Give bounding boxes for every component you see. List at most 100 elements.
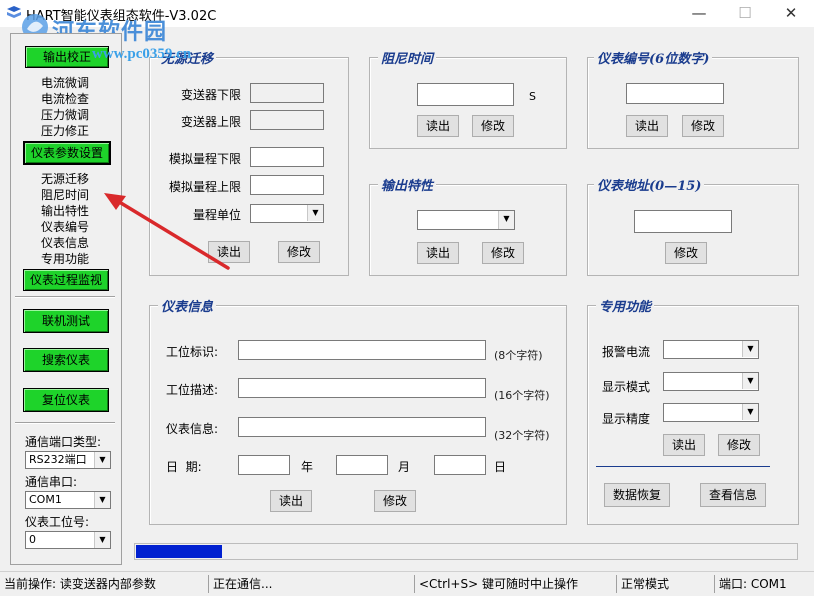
day-input[interactable] [434,455,486,475]
sidebar-item-output-characteristic[interactable]: 输出特性 [41,202,89,219]
chevron-down-icon: ▼ [742,341,758,357]
process-monitor-button[interactable]: 仪表过程监视 [23,269,109,291]
sidebar-item-current-trim[interactable]: 电流微调 [41,74,89,91]
device-param-settings-button[interactable]: 仪表参数设置 [23,141,111,165]
device-slot-select[interactable]: 0 ▼ [25,531,111,549]
device-number-group: 仪表编号(6位数字) 读出 修改 [587,48,799,149]
analog-lower-input[interactable] [250,147,324,167]
progress-bar [134,543,798,560]
tag-hint: (8个字符) [494,349,543,362]
damping-modify-button[interactable]: 修改 [472,115,514,137]
special-function-group: 专用功能 报警电流 ▼ 显示模式 ▼ 显示精度 ▼ 读出 修改 数据恢复 查看信… [587,296,799,525]
serial-port-select[interactable]: COM1 ▼ [25,491,111,509]
sidebar-item-device-number[interactable]: 仪表编号 [41,218,89,235]
passive-read-button[interactable]: 读出 [208,241,250,263]
status-port: 端口: COM1 [714,575,787,593]
special-divider [596,466,770,467]
sidebar: 输出校正 电流微调 电流检查 压力微调 压力修正 仪表参数设置 无源迁移 阻尼时… [10,33,122,565]
device-number-modify-button[interactable]: 修改 [682,115,724,137]
chevron-down-icon: ▼ [94,452,110,468]
analog-upper-input[interactable] [250,175,324,195]
tag-label: 工位标识: [166,345,219,359]
sidebar-item-special-function[interactable]: 专用功能 [41,250,89,267]
display-precision-label: 显示精度 [602,412,651,426]
sidebar-item-damping-time[interactable]: 阻尼时间 [41,186,89,203]
date-label: 日 期: [166,460,202,474]
device-address-input[interactable] [634,210,732,233]
day-label: 日 [494,460,507,474]
year-input[interactable] [238,455,290,475]
status-bar: 当前操作: 读变送器内部参数 正在通信... <Ctrl+S> 键可随时中止操作… [0,571,814,596]
info-label: 仪表信息: [166,422,219,436]
minimize-button[interactable]: — [676,0,722,27]
maximize-button[interactable]: ☐ [722,0,768,27]
sidebar-divider [15,296,115,298]
device-number-read-button[interactable]: 读出 [626,115,668,137]
sidebar-item-current-check[interactable]: 电流检查 [41,90,89,107]
info-input[interactable] [238,417,486,437]
reset-device-button[interactable]: 复位仪表 [23,388,109,412]
port-type-label: 通信端口类型: [25,435,102,449]
sensor-lower-field [250,83,324,103]
chevron-down-icon: ▼ [742,404,758,420]
damping-input[interactable] [417,83,514,106]
status-current-operation: 当前操作: 读变送器内部参数 [4,577,156,591]
chevron-down-icon: ▼ [94,492,110,508]
sensor-lower-label: 变送器下限 [181,88,242,102]
device-slot-value: 0 [29,533,36,546]
device-slot-label: 仪表工位号: [25,515,90,529]
close-button[interactable]: ✕ [768,0,814,27]
range-unit-select[interactable]: ▼ [250,204,324,223]
view-info-button[interactable]: 查看信息 [700,483,766,507]
device-info-group: 仪表信息 工位标识: (8个字符) 工位描述: (16个字符) 仪表信息: (3… [149,296,567,525]
month-input[interactable] [336,455,388,475]
online-test-button[interactable]: 联机测试 [23,309,109,333]
output-characteristic-select[interactable]: ▼ [417,210,515,230]
sidebar-item-pressure-correct[interactable]: 压力修正 [41,122,89,139]
output-char-read-button[interactable]: 读出 [417,242,459,264]
status-mode: 正常模式 [616,575,669,593]
port-type-value: RS232端口 [29,453,87,466]
passive-migration-group: 无源迁移 变送器下限 变送器上限 模拟量程下限 模拟量程上限 量程单位 ▼ 读出… [149,48,349,276]
device-address-modify-button[interactable]: 修改 [665,242,707,264]
passive-modify-button[interactable]: 修改 [278,241,320,263]
year-label: 年 [301,460,314,474]
device-info-title: 仪表信息 [158,296,217,315]
sensor-upper-label: 变送器上限 [181,115,242,129]
data-restore-button[interactable]: 数据恢复 [604,483,670,507]
device-number-title: 仪表编号(6位数字) [594,48,713,67]
status-hint: <Ctrl+S> 键可随时中止操作 [414,575,578,593]
damping-unit: S [529,90,536,103]
sidebar-item-pressure-trim[interactable]: 压力微调 [41,106,89,123]
alarm-current-select[interactable]: ▼ [663,340,759,359]
description-label: 工位描述: [166,383,219,397]
port-type-select[interactable]: RS232端口 ▼ [25,451,111,469]
device-number-input[interactable] [626,83,724,104]
device-info-modify-button[interactable]: 修改 [374,490,416,512]
sidebar-item-device-info[interactable]: 仪表信息 [41,234,89,251]
display-precision-select[interactable]: ▼ [663,403,759,422]
analog-lower-label: 模拟量程下限 [169,152,242,166]
month-label: 月 [398,460,411,474]
special-modify-button[interactable]: 修改 [718,434,760,456]
description-input[interactable] [238,378,486,398]
output-char-modify-button[interactable]: 修改 [482,242,524,264]
device-address-title: 仪表地址(0—15) [594,175,705,194]
display-mode-label: 显示模式 [602,380,651,394]
progress-bar-fill [136,545,222,558]
serial-port-label: 通信串口: [25,475,78,489]
alarm-current-label: 报警电流 [602,345,651,359]
device-info-read-button[interactable]: 读出 [270,490,312,512]
damping-read-button[interactable]: 读出 [417,115,459,137]
damping-title: 阻尼时间 [378,48,437,67]
chevron-down-icon: ▼ [307,205,323,221]
display-mode-select[interactable]: ▼ [663,372,759,391]
sidebar-item-passive-migration[interactable]: 无源迁移 [41,170,89,187]
search-device-button[interactable]: 搜索仪表 [23,348,109,372]
device-address-group: 仪表地址(0—15) 修改 [587,175,799,276]
tag-input[interactable] [238,340,486,360]
output-characteristic-title: 输出特性 [378,175,437,194]
special-read-button[interactable]: 读出 [663,434,705,456]
chevron-down-icon: ▼ [498,211,514,229]
serial-port-value: COM1 [29,493,62,506]
